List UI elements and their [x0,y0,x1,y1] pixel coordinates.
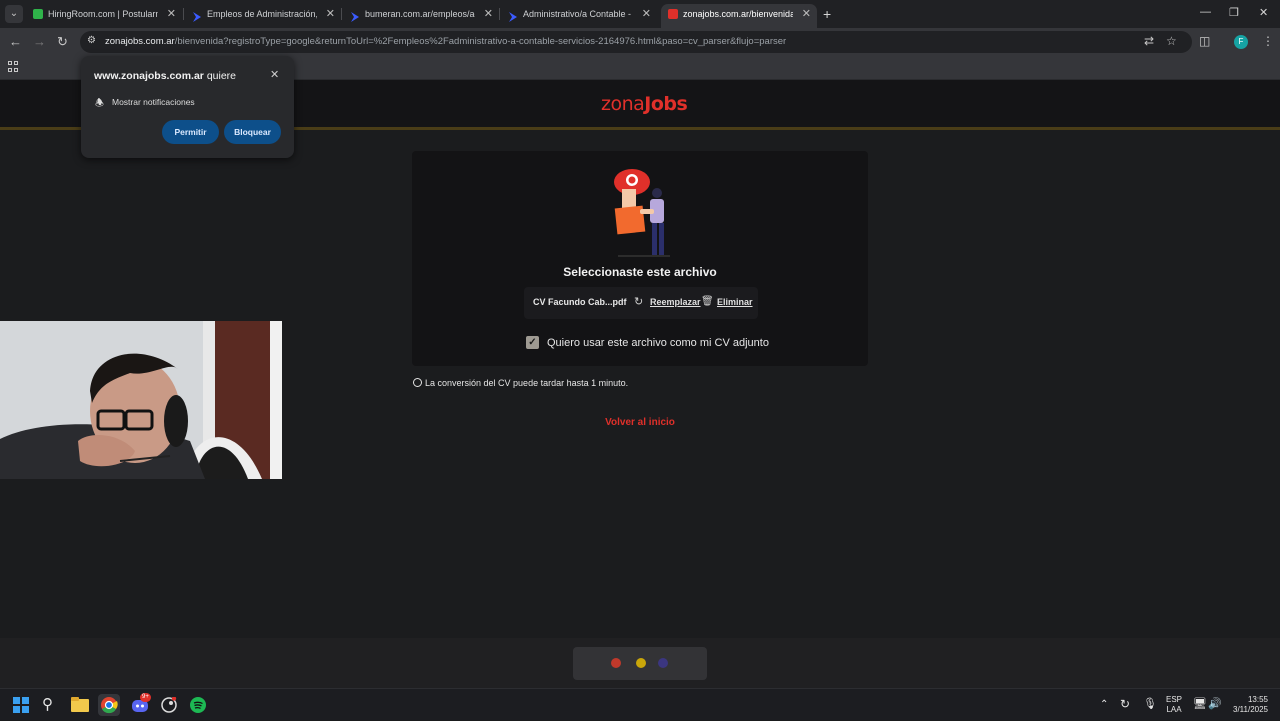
spotify-icon[interactable] [190,697,206,713]
loading-dot [658,658,668,668]
tab-search-button[interactable]: ⌄ [5,5,23,23]
clock-icon [413,378,422,387]
restore-button[interactable]: ❐ [1229,6,1239,19]
bumeran-favicon-icon [192,9,202,22]
keyboard-layout: LAA [1166,705,1182,714]
permission-text: Mostrar notificaciones [112,97,195,107]
language-indicator[interactable]: ESP LAA [1166,695,1182,715]
webcam-overlay [0,321,282,479]
tab-title: zonajobs.com.ar/bienvenida?re [683,9,793,19]
network-icon[interactable]: 🖥 [1193,697,1207,710]
use-as-cv-checkbox[interactable]: ✓ [526,336,539,349]
clock[interactable]: 13:55 3/11/2025 [1226,695,1268,715]
selected-file-title: Seleccionaste este archivo [563,265,717,279]
close-tab-icon[interactable]: ✕ [642,4,651,24]
address-bar[interactable]: ⚙ zonajobs.com.ar/bienvenida?registroTyp… [80,31,1192,53]
back-button[interactable]: ← [9,34,22,49]
windows-taskbar: ⚲ 9+ ⌃ ↻ 🎙 ESP LAA 🖥 🔊 13:55 3/11/2025 [0,688,1280,720]
tab-zonajobs[interactable]: zonajobs.com.ar/bienvenida?re ✕ [661,4,817,28]
tab-bar: ⌄ HiringRoom.com | Postularme ✕ Empleos … [0,0,1280,28]
close-tab-icon[interactable]: ✕ [326,4,335,24]
bookmark-star-icon[interactable]: ☆ [1166,34,1177,48]
translate-icon[interactable]: ⇄ [1144,34,1154,48]
tab-title: bumeran.com.ar/empleos/adm [365,9,475,19]
new-tab-button[interactable]: + [823,6,831,22]
reload-button[interactable]: ↻ [57,34,68,50]
loading-dot [636,658,646,668]
allow-button[interactable]: Permitir [162,120,219,144]
close-tab-icon[interactable]: ✕ [802,4,811,24]
loading-dot [611,658,621,668]
zonajobs-logo[interactable]: zonaJobs [601,93,688,115]
tab-empleos-administracion[interactable]: Empleos de Administración, Co ✕ [185,4,341,28]
conversion-note: La conversión del CV puede tardar hasta … [413,378,628,388]
notification-permission-popup: www.zonajobs.com.ar quiere ✕ 🕭 Mostrar n… [81,56,294,158]
popup-title: www.zonajobs.com.ar quiere [94,70,237,82]
chrome-taskbar-button[interactable] [98,694,120,716]
close-window-button[interactable]: ✕ [1259,6,1268,19]
replace-file-button[interactable]: Reemplazar [650,297,701,307]
chevron-up-icon[interactable]: ⌃ [1100,699,1108,710]
loading-indicator [573,647,707,680]
sync-icon[interactable]: ↻ [1120,697,1130,711]
webcam-image [0,321,282,479]
clock-time: 13:55 [1247,695,1268,704]
refresh-icon[interactable]: ↻ [634,295,643,308]
file-selected-card: Seleccionaste este archivo CV Facundo Ca… [412,151,868,366]
minimize-button[interactable]: — [1200,6,1211,18]
close-tab-icon[interactable]: ✕ [167,4,176,24]
volume-icon[interactable]: 🔊 [1208,697,1222,710]
tab-title: Empleos de Administración, Co [207,9,317,19]
zonajobs-favicon-icon [668,9,678,19]
windows-start-icon[interactable] [13,697,29,713]
tab-title: HiringRoom.com | Postularme [48,9,158,19]
url-text: zonajobs.com.ar/bienvenida?registroType=… [105,36,787,47]
chrome-icon [101,697,118,714]
bell-icon: 🕭 [95,98,104,109]
steam-icon[interactable] [161,697,177,713]
tab-bumeran[interactable]: bumeran.com.ar/empleos/adm ✕ [343,4,499,28]
block-button[interactable]: Bloquear [224,120,281,144]
forward-button[interactable]: → [33,34,46,49]
bumeran-favicon-icon [508,9,518,22]
bumeran-favicon-icon [350,9,360,22]
trash-icon[interactable]: 🗑 [701,296,714,307]
file-explorer-icon[interactable] [71,697,89,712]
hiringroom-favicon-icon [33,9,43,19]
close-icon[interactable]: ✕ [270,68,279,81]
profile-avatar[interactable]: F [1234,35,1248,49]
tab-hiringroom[interactable]: HiringRoom.com | Postularme ✕ [26,4,182,28]
discord-badge: 9+ [140,693,151,702]
clock-date: 3/11/2025 [1233,705,1268,714]
browser-toolbar: ← → ↻ ⚙ zonajobs.com.ar/bienvenida?regis… [0,28,1280,56]
tab-administrativo-contable[interactable]: Administrativo/a Contable - oc ✕ [501,4,657,28]
search-icon[interactable]: ⚲ [42,695,53,713]
close-tab-icon[interactable]: ✕ [484,4,493,24]
extensions-icon[interactable]: ◫ [1199,34,1210,48]
file-item: CV Facundo Cab...pdf ↻ Reemplazar 🗑 Elim… [524,287,758,319]
use-as-cv-label[interactable]: Quiero usar este archivo como mi CV adju… [547,337,769,349]
file-name: CV Facundo Cab...pdf [533,297,627,307]
language-code: ESP [1166,695,1183,704]
menu-kebab-icon[interactable]: ⋮ [1262,34,1274,48]
tab-title: Administrativo/a Contable - oc [523,9,633,19]
delete-file-button[interactable]: Eliminar [717,297,753,307]
microphone-icon[interactable]: 🎙 [1143,697,1157,710]
site-settings-icon[interactable]: ⚙ [87,35,96,46]
apps-grid-icon[interactable] [8,61,19,72]
upload-illustration [614,169,670,257]
